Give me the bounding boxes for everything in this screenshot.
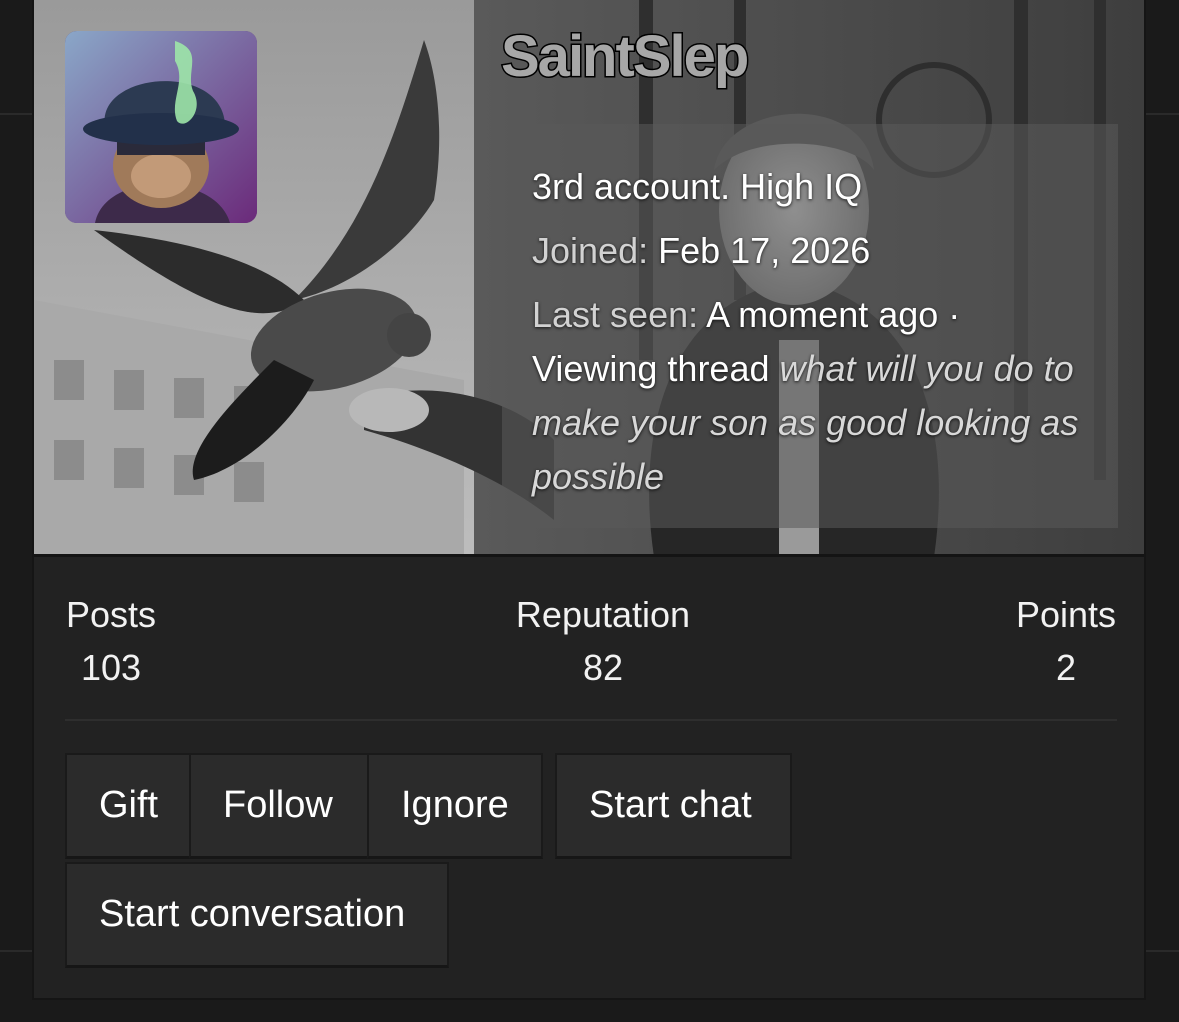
activity-label: Viewing thread bbox=[532, 348, 770, 389]
posts-value: 103 bbox=[80, 647, 142, 688]
gift-button[interactable]: Gift bbox=[65, 753, 191, 859]
separator-dot: · bbox=[948, 294, 961, 335]
custom-status: 3rd account. High IQ bbox=[532, 166, 863, 207]
joined-row: Joined: Feb 17, 2026 bbox=[532, 224, 1088, 278]
reputation-value: 82 bbox=[582, 647, 624, 688]
cat-in-fedora-icon bbox=[65, 31, 257, 223]
divider bbox=[65, 719, 1117, 721]
last-seen-label: Last seen: bbox=[532, 294, 699, 335]
last-seen-value: A moment ago bbox=[706, 294, 939, 335]
stats-row: Posts 103 Reputation 82 Points 2 bbox=[65, 595, 1117, 695]
start-chat-button[interactable]: Start chat bbox=[555, 753, 792, 859]
posts-label: Posts bbox=[65, 594, 157, 635]
stat-reputation[interactable]: Reputation 82 bbox=[515, 595, 691, 688]
stat-points[interactable]: Points 2 bbox=[1015, 595, 1117, 688]
joined-date: Feb 17, 2026 bbox=[658, 230, 871, 271]
last-seen-row: Last seen: A moment ago · Viewing thread… bbox=[532, 288, 1088, 504]
points-label: Points bbox=[1015, 594, 1117, 635]
stat-posts[interactable]: Posts 103 bbox=[65, 595, 157, 688]
profile-banner: SaintSlep 3rd account. High IQ Joined: F… bbox=[34, 0, 1144, 557]
profile-info-box: 3rd account. High IQ Joined: Feb 17, 202… bbox=[502, 124, 1118, 528]
start-conversation-button[interactable]: Start conversation bbox=[65, 862, 449, 968]
follow-button[interactable]: Follow bbox=[189, 753, 369, 859]
username[interactable]: SaintSlep bbox=[499, 22, 750, 92]
reputation-label: Reputation bbox=[515, 594, 691, 635]
user-avatar[interactable] bbox=[65, 31, 257, 223]
member-tooltip-card: SaintSlep 3rd account. High IQ Joined: F… bbox=[32, 0, 1146, 1000]
points-value: 2 bbox=[1055, 647, 1077, 688]
joined-label: Joined: bbox=[532, 230, 649, 271]
ignore-button[interactable]: Ignore bbox=[367, 753, 543, 859]
